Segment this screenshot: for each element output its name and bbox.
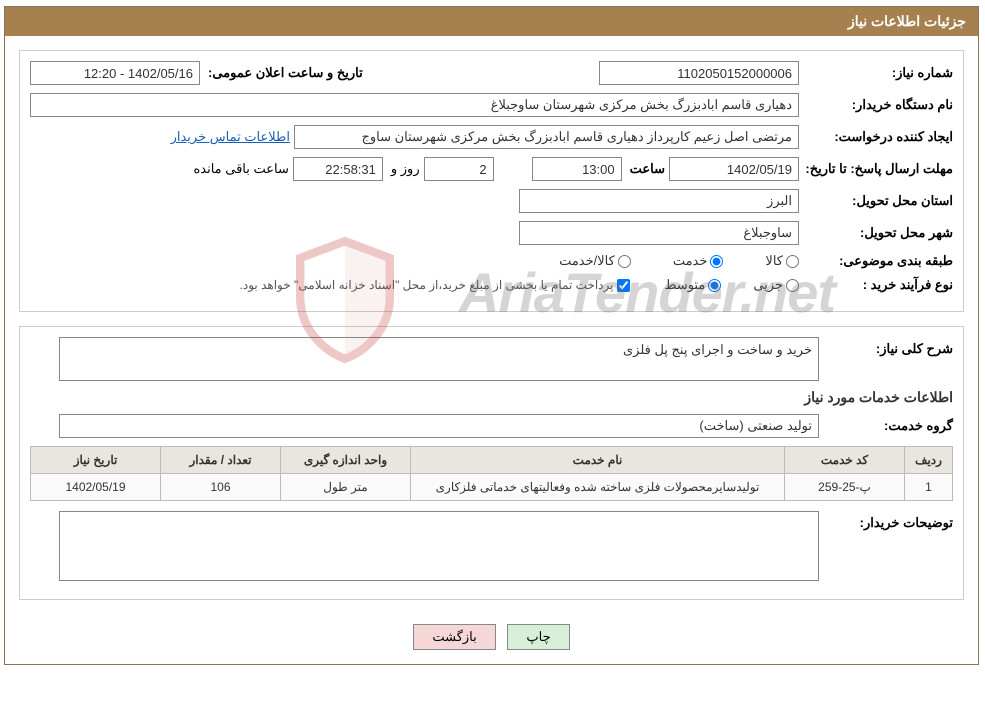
cat-service-option[interactable]: خدمت [673, 253, 724, 269]
cat-both-radio[interactable] [618, 255, 631, 268]
deadline-date-field[interactable] [669, 157, 799, 181]
pub-date-label: تاریخ و ساعت اعلان عمومی: [204, 65, 363, 81]
need-no-label: شماره نیاز: [803, 65, 953, 81]
services-table: ردیف کد خدمت نام خدمت واحد اندازه گیری ت… [30, 446, 953, 501]
cell-qty: 106 [161, 474, 281, 501]
cat-goods-radio[interactable] [786, 255, 799, 268]
province-row: استان محل تحویل: [30, 189, 953, 213]
requester-label: ایجاد کننده درخواست: [803, 129, 953, 145]
cat-goods-option[interactable]: کالا [765, 253, 799, 269]
print-button[interactable]: چاپ [507, 624, 569, 650]
payment-checkbox[interactable] [617, 279, 630, 292]
city-field[interactable] [519, 221, 799, 245]
province-label: استان محل تحویل: [803, 193, 953, 209]
main-container: جزئیات اطلاعات نیاز AriaTender.net شماره… [4, 6, 979, 665]
time-label: ساعت [626, 161, 665, 177]
button-row: چاپ بازگشت [5, 614, 978, 664]
cell-name: تولیدسایرمحصولات فلزی ساخته شده وفعالیته… [411, 474, 785, 501]
services-panel: شرح کلی نیاز: اطلاعات خدمات مورد نیاز گر… [19, 326, 964, 600]
proc-minor-option[interactable]: جزیی [753, 277, 799, 293]
pub-date-field[interactable] [30, 61, 200, 85]
th-row: ردیف [905, 447, 953, 474]
province-field[interactable] [519, 189, 799, 213]
buyer-org-row: نام دستگاه خریدار: [30, 93, 953, 117]
services-section-title: اطلاعات خدمات مورد نیاز [30, 389, 953, 406]
buyer-notes-label: توضیحات خریدار: [823, 511, 953, 531]
cat-service-radio[interactable] [710, 255, 723, 268]
remaining-time-field[interactable] [293, 157, 383, 181]
service-group-field[interactable] [59, 414, 819, 438]
days-and-label: روز و [387, 161, 420, 177]
info-panel: شماره نیاز: تاریخ و ساعت اعلان عمومی: نا… [19, 50, 964, 312]
table-header-row: ردیف کد خدمت نام خدمت واحد اندازه گیری ت… [31, 447, 953, 474]
city-row: شهر محل تحویل: [30, 221, 953, 245]
proc-medium-radio[interactable] [708, 279, 721, 292]
buyer-notes-row: توضیحات خریدار: [30, 511, 953, 581]
cell-code: پ-25-259 [785, 474, 905, 501]
th-date: تاریخ نیاز [31, 447, 161, 474]
need-desc-textarea[interactable] [59, 337, 819, 381]
deadline-label: مهلت ارسال پاسخ: تا تاریخ: [803, 161, 953, 177]
deadline-time-field[interactable] [532, 157, 622, 181]
days-field[interactable] [424, 157, 494, 181]
buyer-contact-link[interactable]: اطلاعات تماس خریدار [171, 129, 290, 145]
need-desc-row: شرح کلی نیاز: [30, 337, 953, 381]
th-qty: تعداد / مقدار [161, 447, 281, 474]
need-desc-label: شرح کلی نیاز: [823, 337, 953, 357]
buyer-org-field[interactable] [30, 93, 799, 117]
th-name: نام خدمت [411, 447, 785, 474]
proc-minor-radio[interactable] [786, 279, 799, 292]
proc-type-row: نوع فرآیند خرید : جزیی متوسط پرداخت تمام… [30, 277, 953, 293]
requester-row: ایجاد کننده درخواست: اطلاعات تماس خریدار [30, 125, 953, 149]
proc-medium-option[interactable]: متوسط [664, 277, 721, 293]
buyer-notes-textarea[interactable] [59, 511, 819, 581]
proc-type-radio-group: جزیی متوسط [664, 277, 799, 293]
need-no-row: شماره نیاز: تاریخ و ساعت اعلان عمومی: [30, 61, 953, 85]
cell-date: 1402/05/19 [31, 474, 161, 501]
cell-unit: متر طول [281, 474, 411, 501]
service-group-row: گروه خدمت: [30, 414, 953, 438]
city-label: شهر محل تحویل: [803, 225, 953, 241]
th-unit: واحد اندازه گیری [281, 447, 411, 474]
th-code: کد خدمت [785, 447, 905, 474]
cell-row: 1 [905, 474, 953, 501]
deadline-row: مهلت ارسال پاسخ: تا تاریخ: ساعت روز و سا… [30, 157, 953, 181]
page-title-bar: جزئیات اطلاعات نیاز [5, 7, 978, 36]
cat-both-option[interactable]: کالا/خدمت [559, 253, 631, 269]
requester-field[interactable] [294, 125, 799, 149]
category-radio-group: کالا خدمت کالا/خدمت [559, 253, 799, 269]
payment-note: پرداخت تمام یا بخشی از مبلغ خرید،از محل … [240, 278, 614, 292]
page-title: جزئیات اطلاعات نیاز [848, 13, 966, 29]
remaining-label: ساعت باقی مانده [189, 161, 288, 177]
category-label: طبقه بندی موضوعی: [803, 253, 953, 269]
category-row: طبقه بندی موضوعی: کالا خدمت کالا/خدمت [30, 253, 953, 269]
need-no-field[interactable] [599, 61, 799, 85]
buyer-org-label: نام دستگاه خریدار: [803, 97, 953, 113]
proc-type-label: نوع فرآیند خرید : [803, 277, 953, 293]
service-group-label: گروه خدمت: [823, 418, 953, 434]
table-row: 1 پ-25-259 تولیدسایرمحصولات فلزی ساخته ش… [31, 474, 953, 501]
back-button[interactable]: بازگشت [413, 624, 495, 650]
